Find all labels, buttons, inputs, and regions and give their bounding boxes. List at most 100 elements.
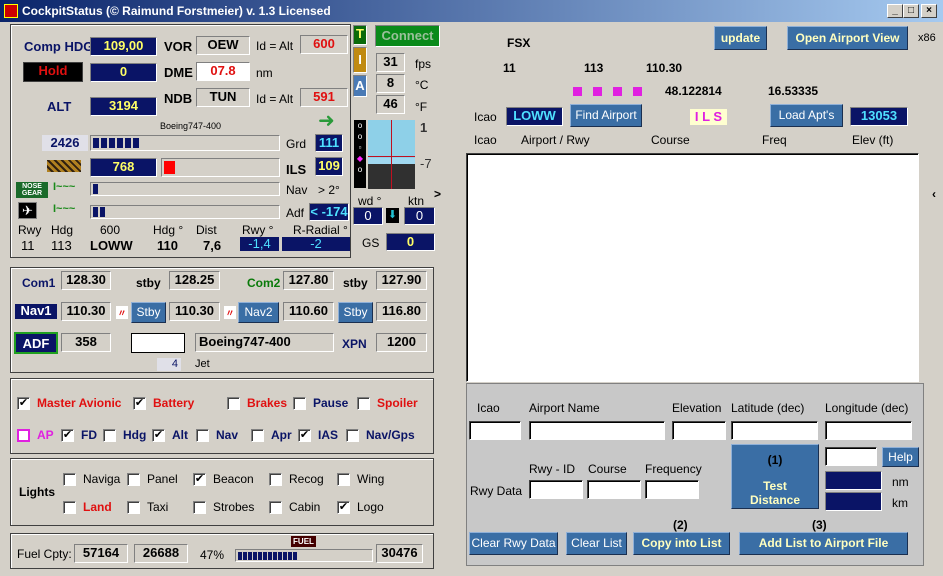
update-button[interactable]: update	[714, 26, 767, 50]
dme-unit: nm	[256, 66, 273, 80]
airplane-icon[interactable]: ✈	[18, 202, 37, 219]
label-fd: FD	[81, 428, 97, 442]
checkbox-recog[interactable]	[269, 473, 282, 486]
nav2-value[interactable]: 110.60	[283, 302, 334, 321]
fuel-bar	[235, 549, 373, 562]
checkbox-ap[interactable]	[17, 429, 30, 442]
adf-freq-value[interactable]: 358	[61, 333, 111, 352]
adf-button[interactable]: ADF	[14, 332, 58, 354]
checkbox-fd[interactable]: ✔	[61, 429, 74, 442]
checkbox-pause[interactable]	[293, 397, 306, 410]
checkbox-panel[interactable]	[127, 473, 140, 486]
com1-stby-label: stby	[136, 276, 161, 290]
swap-icon[interactable]: 〃	[116, 306, 128, 319]
copy-into-list-button[interactable]: Copy into List	[633, 532, 730, 555]
bar-block	[125, 138, 131, 148]
hold-button[interactable]: Hold	[23, 62, 83, 82]
icao-label: Icao	[474, 110, 497, 124]
checkbox-naviga[interactable]	[63, 473, 76, 486]
distance-input[interactable]	[825, 447, 877, 466]
connect-button[interactable]: Connect	[375, 25, 440, 47]
nav-bar	[90, 182, 280, 196]
com2-stby-value[interactable]: 127.90	[376, 271, 427, 290]
checkbox-alt[interactable]: ✔	[152, 429, 165, 442]
nav2-button[interactable]: Nav2	[238, 302, 279, 323]
checkbox-spoiler[interactable]	[357, 397, 370, 410]
swap-icon[interactable]: 〃	[224, 306, 236, 319]
xpn-value[interactable]: 1200	[376, 333, 427, 352]
checkbox-battery[interactable]: ✔	[133, 397, 146, 410]
elevation-field[interactable]	[672, 421, 726, 440]
checkbox-wing[interactable]	[337, 473, 350, 486]
indicator-icon	[593, 87, 602, 96]
com1-stby-value[interactable]: 128.25	[169, 271, 220, 290]
com1-value[interactable]: 128.30	[61, 271, 111, 290]
aircraft-name-small: Boeing747-400	[160, 121, 222, 131]
checkbox-beacon[interactable]: ✔	[193, 473, 206, 486]
ils-top-value: 1	[420, 120, 428, 135]
checkbox-apr[interactable]	[251, 429, 264, 442]
checkbox-nav-gps[interactable]	[346, 429, 359, 442]
arrow-right-icon[interactable]: ➜	[318, 111, 335, 131]
frequency-field[interactable]	[645, 480, 699, 499]
test-distance-button[interactable]: (1) Test Distance	[731, 444, 819, 509]
help-button[interactable]: Help	[882, 447, 919, 467]
label-apr: Apr	[271, 428, 292, 442]
rwy-id-field[interactable]	[529, 480, 583, 499]
blank-input[interactable]	[131, 333, 185, 353]
checkbox-master-avionic[interactable]: ✔	[17, 397, 30, 410]
gs-label: GS	[362, 236, 380, 250]
com2-value[interactable]: 127.80	[283, 271, 334, 290]
close-button[interactable]: ×	[921, 4, 937, 18]
checkbox-land[interactable]	[63, 501, 76, 514]
gear-indicator-1: I~~~	[53, 181, 76, 193]
lights-panel	[10, 458, 434, 526]
clear-rwy-data-button[interactable]: Clear Rwy Data	[469, 532, 558, 555]
checkbox-taxi[interactable]	[127, 501, 140, 514]
clear-list-button[interactable]: Clear List	[566, 532, 627, 555]
icao-field[interactable]	[469, 421, 521, 440]
expand-icon[interactable]: >	[434, 187, 441, 201]
i-button[interactable]: I	[353, 47, 367, 73]
latitude-value: 48.122814	[665, 84, 722, 98]
hdg-value: 113	[584, 61, 604, 75]
checkbox-cabin[interactable]	[269, 501, 282, 514]
field-label: Course	[588, 462, 627, 476]
checkbox-logo[interactable]: ✔	[337, 501, 350, 514]
t-button[interactable]: T	[353, 25, 367, 45]
nav1-stby-value[interactable]: 110.30	[169, 302, 220, 321]
icao-input[interactable]: LOWW	[506, 107, 563, 126]
minimize-button[interactable]: _	[887, 4, 903, 18]
fuel-icon: FUEL	[291, 536, 316, 547]
latitude-field[interactable]	[731, 421, 818, 440]
checkbox-strobes[interactable]	[193, 501, 206, 514]
fuel-percent: 47%	[200, 548, 225, 562]
distance-km-value	[825, 492, 882, 511]
a-button[interactable]: A	[353, 75, 367, 97]
course-field[interactable]	[587, 480, 641, 499]
nav2-stby-button[interactable]: Stby	[338, 302, 373, 323]
bottom-value: 7,6	[203, 238, 222, 253]
airport-list[interactable]	[466, 153, 919, 382]
label-nav-gps: Nav/Gps	[366, 428, 415, 442]
bar-block	[93, 138, 99, 148]
field-label: Rwy - ID	[529, 462, 575, 476]
checkbox-brakes[interactable]	[227, 397, 240, 410]
nav1-stby-button[interactable]: Stby	[131, 302, 166, 323]
nav1-value[interactable]: 110.30	[61, 302, 111, 321]
maximize-button[interactable]: □	[903, 4, 919, 18]
ndb-id-alt-label: Id = Alt	[256, 92, 294, 106]
collapse-icon[interactable]: ‹	[932, 187, 936, 201]
rwy-value: 11	[503, 61, 516, 75]
find-airport-button[interactable]: Find Airport	[570, 104, 642, 127]
comp-hdg-label: Comp HDG	[24, 39, 94, 54]
airport-name-field[interactable]	[529, 421, 665, 440]
open-airport-view-button[interactable]: Open Airport View	[787, 26, 908, 50]
load-airports-button[interactable]: Load Apt's	[770, 104, 843, 127]
add-list-to-airport-file-button[interactable]: Add List to Airport File	[739, 532, 908, 555]
checkbox-nav[interactable]	[196, 429, 209, 442]
nav2-stby-value[interactable]: 116.80	[376, 302, 427, 321]
longitude-field[interactable]	[825, 421, 912, 440]
checkbox-ias[interactable]: ✔	[298, 429, 311, 442]
checkbox-hdg[interactable]	[103, 429, 116, 442]
